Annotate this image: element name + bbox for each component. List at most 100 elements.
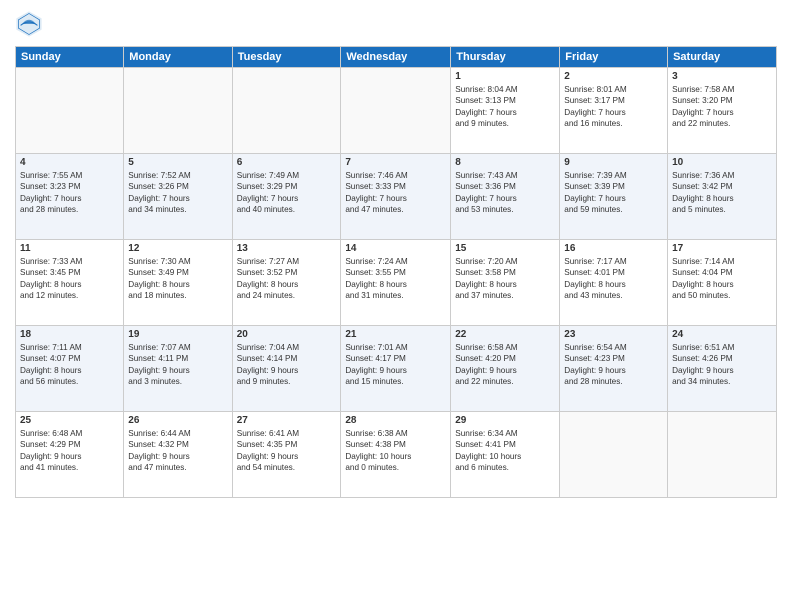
calendar-cell: 10 Sunrise: 7:36 AMSunset: 3:42 PMDayligh…	[668, 154, 777, 240]
logo-icon	[15, 10, 43, 38]
day-info: Sunrise: 7:27 AMSunset: 3:52 PMDaylight:…	[237, 256, 337, 302]
day-number: 26	[128, 415, 227, 426]
day-number: 13	[237, 243, 337, 254]
day-number: 21	[345, 329, 446, 340]
calendar-cell: 21 Sunrise: 7:01 AMSunset: 4:17 PMDayligh…	[341, 326, 451, 412]
day-info: Sunrise: 7:30 AMSunset: 3:49 PMDaylight:…	[128, 256, 227, 302]
day-number: 1	[455, 71, 555, 82]
calendar-cell: 25 Sunrise: 6:48 AMSunset: 4:29 PMDayligh…	[16, 412, 124, 498]
day-info: Sunrise: 8:01 AMSunset: 3:17 PMDaylight:…	[564, 84, 663, 130]
day-info: Sunrise: 7:36 AMSunset: 3:42 PMDaylight:…	[672, 170, 772, 216]
calendar-cell: 16 Sunrise: 7:17 AMSunset: 4:01 PMDayligh…	[560, 240, 668, 326]
calendar-cell: 11Sunrise: 7:33 AMSunset: 3:45 PMDayligh…	[16, 240, 124, 326]
day-number: 15	[455, 243, 555, 254]
calendar-week-row: 25 Sunrise: 6:48 AMSunset: 4:29 PMDayligh…	[16, 412, 777, 498]
day-number: 24	[672, 329, 772, 340]
day-number: 10	[672, 157, 772, 168]
calendar-cell: 5 Sunrise: 7:52 AMSunset: 3:26 PMDaylight…	[124, 154, 232, 240]
day-info: Sunrise: 7:07 AMSunset: 4:11 PMDaylight:…	[128, 342, 227, 388]
day-number: 16	[564, 243, 663, 254]
day-number: 18	[20, 329, 119, 340]
calendar-day-header: Tuesday	[232, 47, 341, 68]
calendar-cell: 2 Sunrise: 8:01 AMSunset: 3:17 PMDaylight…	[560, 68, 668, 154]
calendar-day-header: Friday	[560, 47, 668, 68]
day-info: Sunrise: 8:04 AMSunset: 3:13 PMDaylight:…	[455, 84, 555, 130]
day-number: 5	[128, 157, 227, 168]
header	[15, 10, 777, 38]
day-number: 3	[672, 71, 772, 82]
day-info: Sunrise: 6:51 AMSunset: 4:26 PMDaylight:…	[672, 342, 772, 388]
calendar-cell: 18 Sunrise: 7:11 AMSunset: 4:07 PMDayligh…	[16, 326, 124, 412]
calendar-cell: 4 Sunrise: 7:55 AMSunset: 3:23 PMDaylight…	[16, 154, 124, 240]
calendar-cell	[232, 68, 341, 154]
day-info: Sunrise: 7:24 AMSunset: 3:55 PMDaylight:…	[345, 256, 446, 302]
day-info: Sunrise: 6:41 AMSunset: 4:35 PMDaylight:…	[237, 428, 337, 474]
calendar-table: SundayMondayTuesdayWednesdayThursdayFrid…	[15, 46, 777, 498]
day-number: 14	[345, 243, 446, 254]
calendar-cell: 24 Sunrise: 6:51 AMSunset: 4:26 PMDayligh…	[668, 326, 777, 412]
calendar-cell: 20 Sunrise: 7:04 AMSunset: 4:14 PMDayligh…	[232, 326, 341, 412]
day-number: 9	[564, 157, 663, 168]
calendar-cell	[16, 68, 124, 154]
calendar-week-row: 1 Sunrise: 8:04 AMSunset: 3:13 PMDaylight…	[16, 68, 777, 154]
day-info: Sunrise: 7:49 AMSunset: 3:29 PMDaylight:…	[237, 170, 337, 216]
day-info: Sunrise: 7:46 AMSunset: 3:33 PMDaylight:…	[345, 170, 446, 216]
day-number: 20	[237, 329, 337, 340]
logo	[15, 10, 47, 38]
day-info: Sunrise: 6:38 AMSunset: 4:38 PMDaylight:…	[345, 428, 446, 474]
day-info: Sunrise: 6:48 AMSunset: 4:29 PMDaylight:…	[20, 428, 119, 474]
calendar-week-row: 11Sunrise: 7:33 AMSunset: 3:45 PMDayligh…	[16, 240, 777, 326]
calendar-header-row: SundayMondayTuesdayWednesdayThursdayFrid…	[16, 47, 777, 68]
day-info: Sunrise: 7:43 AMSunset: 3:36 PMDaylight:…	[455, 170, 555, 216]
day-number: 29	[455, 415, 555, 426]
calendar-week-row: 18 Sunrise: 7:11 AMSunset: 4:07 PMDayligh…	[16, 326, 777, 412]
calendar-cell	[560, 412, 668, 498]
calendar-cell: 13 Sunrise: 7:27 AMSunset: 3:52 PMDayligh…	[232, 240, 341, 326]
calendar-cell: 7 Sunrise: 7:46 AMSunset: 3:33 PMDaylight…	[341, 154, 451, 240]
calendar-cell: 29 Sunrise: 6:34 AMSunset: 4:41 PMDayligh…	[451, 412, 560, 498]
day-info: Sunrise: 7:33 AMSunset: 3:45 PMDaylight:…	[20, 256, 119, 302]
calendar-cell: 3 Sunrise: 7:58 AMSunset: 3:20 PMDaylight…	[668, 68, 777, 154]
calendar-day-header: Wednesday	[341, 47, 451, 68]
day-number: 7	[345, 157, 446, 168]
calendar-cell: 8 Sunrise: 7:43 AMSunset: 3:36 PMDaylight…	[451, 154, 560, 240]
day-info: Sunrise: 7:39 AMSunset: 3:39 PMDaylight:…	[564, 170, 663, 216]
day-number: 27	[237, 415, 337, 426]
day-info: Sunrise: 7:14 AMSunset: 4:04 PMDaylight:…	[672, 256, 772, 302]
calendar-day-header: Saturday	[668, 47, 777, 68]
day-info: Sunrise: 7:52 AMSunset: 3:26 PMDaylight:…	[128, 170, 227, 216]
day-info: Sunrise: 7:58 AMSunset: 3:20 PMDaylight:…	[672, 84, 772, 130]
day-info: Sunrise: 6:54 AMSunset: 4:23 PMDaylight:…	[564, 342, 663, 388]
calendar-cell	[341, 68, 451, 154]
page: SundayMondayTuesdayWednesdayThursdayFrid…	[0, 0, 792, 612]
day-info: Sunrise: 7:17 AMSunset: 4:01 PMDaylight:…	[564, 256, 663, 302]
calendar-cell: 27 Sunrise: 6:41 AMSunset: 4:35 PMDayligh…	[232, 412, 341, 498]
day-number: 19	[128, 329, 227, 340]
calendar-cell	[668, 412, 777, 498]
day-info: Sunrise: 7:55 AMSunset: 3:23 PMDaylight:…	[20, 170, 119, 216]
calendar-cell	[124, 68, 232, 154]
day-number: 28	[345, 415, 446, 426]
day-number: 12	[128, 243, 227, 254]
day-number: 2	[564, 71, 663, 82]
calendar-cell: 1 Sunrise: 8:04 AMSunset: 3:13 PMDaylight…	[451, 68, 560, 154]
calendar-cell: 19 Sunrise: 7:07 AMSunset: 4:11 PMDayligh…	[124, 326, 232, 412]
day-info: Sunrise: 7:11 AMSunset: 4:07 PMDaylight:…	[20, 342, 119, 388]
day-number: 6	[237, 157, 337, 168]
calendar-cell: 23 Sunrise: 6:54 AMSunset: 4:23 PMDayligh…	[560, 326, 668, 412]
calendar-cell: 26Sunrise: 6:44 AMSunset: 4:32 PMDayligh…	[124, 412, 232, 498]
calendar-week-row: 4 Sunrise: 7:55 AMSunset: 3:23 PMDaylight…	[16, 154, 777, 240]
calendar-cell: 28 Sunrise: 6:38 AMSunset: 4:38 PMDayligh…	[341, 412, 451, 498]
day-number: 23	[564, 329, 663, 340]
calendar-cell: 6 Sunrise: 7:49 AMSunset: 3:29 PMDaylight…	[232, 154, 341, 240]
day-info: Sunrise: 6:34 AMSunset: 4:41 PMDaylight:…	[455, 428, 555, 474]
day-info: Sunrise: 7:20 AMSunset: 3:58 PMDaylight:…	[455, 256, 555, 302]
day-number: 8	[455, 157, 555, 168]
calendar-cell: 22Sunrise: 6:58 AMSunset: 4:20 PMDayligh…	[451, 326, 560, 412]
day-info: Sunrise: 7:04 AMSunset: 4:14 PMDaylight:…	[237, 342, 337, 388]
calendar-cell: 14 Sunrise: 7:24 AMSunset: 3:55 PMDayligh…	[341, 240, 451, 326]
day-number: 4	[20, 157, 119, 168]
day-info: Sunrise: 7:01 AMSunset: 4:17 PMDaylight:…	[345, 342, 446, 388]
day-number: 25	[20, 415, 119, 426]
day-number: 22	[455, 329, 555, 340]
